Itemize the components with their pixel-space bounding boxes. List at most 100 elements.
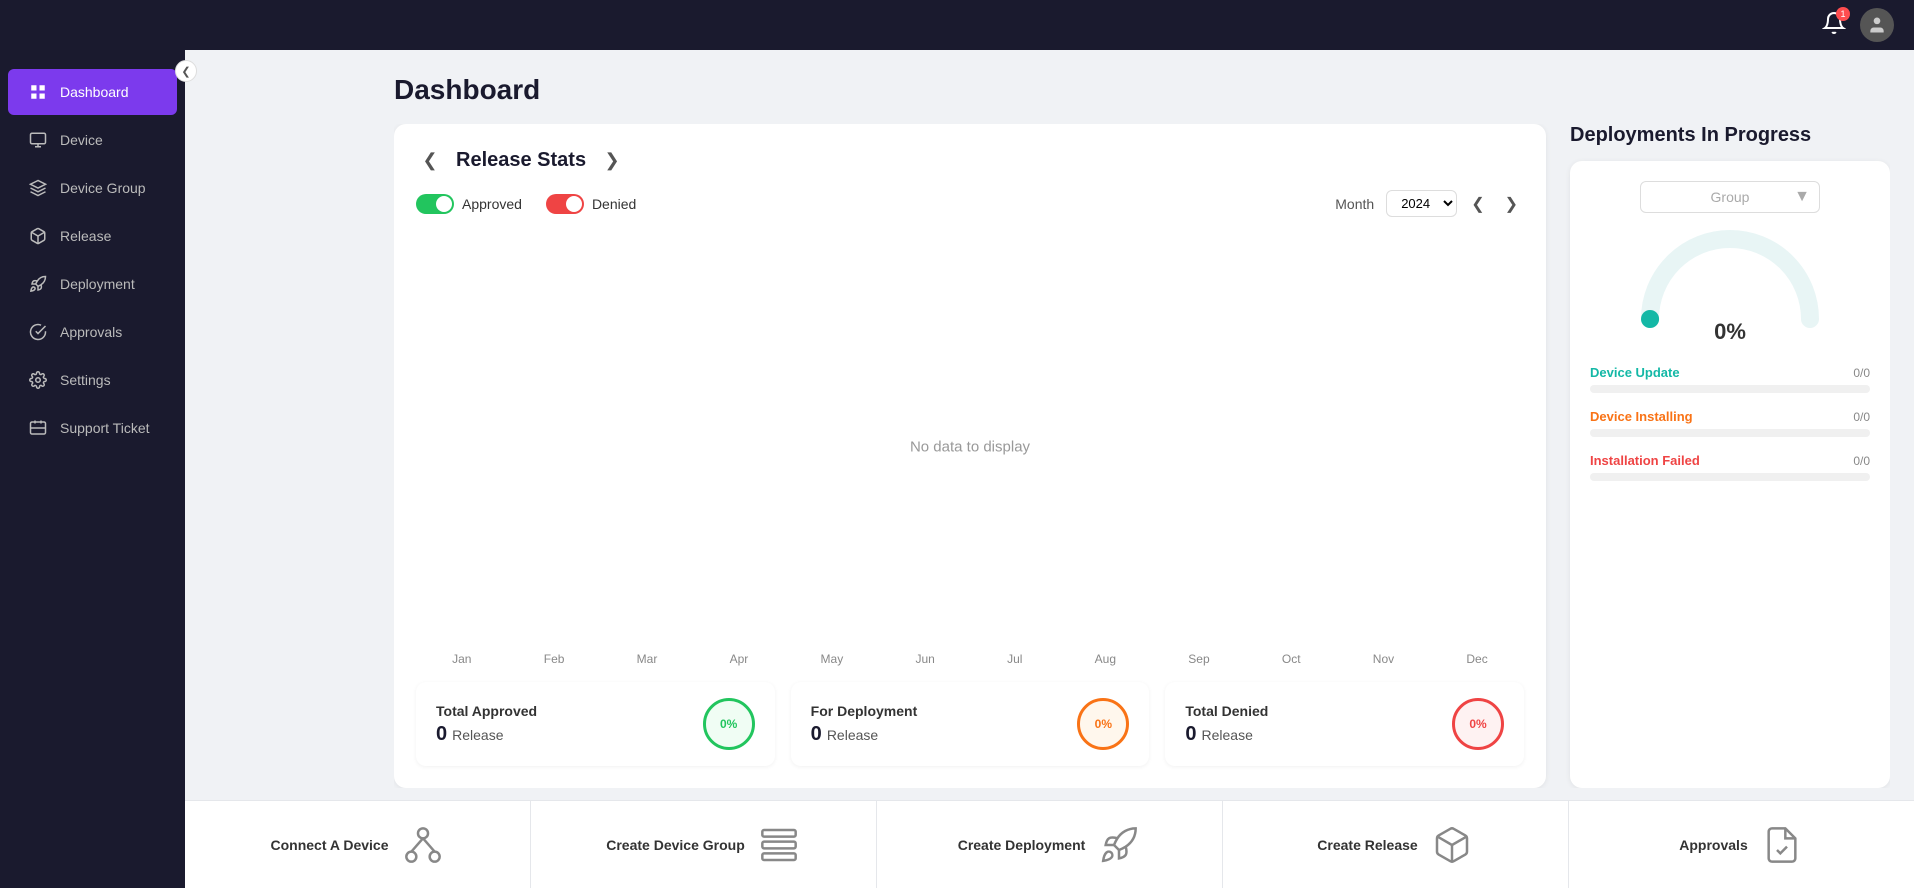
- stat-circle-deployment: 0%: [1077, 698, 1129, 750]
- create-release-icon: [1430, 823, 1474, 867]
- sidebar-item-device[interactable]: Device: [8, 117, 177, 163]
- gauge-chart: [1640, 229, 1820, 329]
- date-controls: Month 2024 ❮ ❯: [1335, 190, 1524, 217]
- sidebar-item-dashboard[interactable]: Dashboard: [8, 69, 177, 115]
- box-icon: [28, 226, 48, 246]
- next-arrow[interactable]: ❯: [598, 146, 626, 174]
- x-label-jul: Jul: [1007, 652, 1022, 666]
- progress-item-install-failed: Installation Failed 0/0: [1590, 453, 1870, 481]
- create-release-action[interactable]: Create Release: [1223, 801, 1569, 888]
- x-label-aug: Aug: [1095, 652, 1116, 666]
- stats-row: Total Approved 0 Release 0% For Deployme…: [416, 682, 1524, 766]
- approved-toggle[interactable]: [416, 194, 454, 214]
- progress-bar-device-update-bg: [1590, 385, 1870, 393]
- sidebar-item-settings[interactable]: Settings: [8, 357, 177, 403]
- no-data-text: No data to display: [910, 438, 1030, 455]
- check-circle-icon: [28, 322, 48, 342]
- create-deployment-action[interactable]: Create Deployment: [877, 801, 1223, 888]
- deployments-card: Group ▼ 0%: [1570, 161, 1890, 788]
- connect-device-action[interactable]: Connect A Device: [185, 801, 531, 888]
- sidebar-item-approvals[interactable]: Approvals: [8, 309, 177, 355]
- sidebar: ROTA Dashboard Device Device Group Rele: [0, 0, 185, 888]
- topbar-icons: 1: [1822, 8, 1894, 42]
- denied-toggle[interactable]: [546, 194, 584, 214]
- stat-value-deployment: 0 Release: [811, 723, 918, 746]
- progress-bar-failed-bg: [1590, 473, 1870, 481]
- create-deployment-icon: [1097, 823, 1141, 867]
- page-title: Dashboard: [394, 74, 1890, 106]
- x-label-jun: Jun: [915, 652, 934, 666]
- create-release-label: Create Release: [1317, 837, 1417, 853]
- create-device-group-action[interactable]: Create Device Group: [531, 801, 877, 888]
- monitor-icon: [28, 130, 48, 150]
- chart-controls: Approved Denied Month 2024 ❮ ❯: [416, 190, 1524, 217]
- settings-icon: [28, 370, 48, 390]
- approvals-icon: [1760, 823, 1804, 867]
- progress-count-install-failed: 0/0: [1853, 454, 1870, 468]
- x-label-dec: Dec: [1466, 652, 1487, 666]
- main-content: Dashboard ❮ Release Stats ❯ Approved: [370, 50, 1914, 888]
- x-label-feb: Feb: [544, 652, 565, 666]
- sidebar-item-device-group[interactable]: Device Group: [8, 165, 177, 211]
- create-device-group-label: Create Device Group: [606, 837, 745, 853]
- topbar: 1: [0, 0, 1914, 50]
- stat-value-denied: 0 Release: [1185, 723, 1268, 746]
- sidebar-item-release[interactable]: Release: [8, 213, 177, 259]
- sidebar-item-label: Release: [60, 228, 111, 244]
- progress-count-device-update: 0/0: [1853, 366, 1870, 380]
- sidebar-item-label: Device: [60, 132, 103, 148]
- x-label-nov: Nov: [1373, 652, 1394, 666]
- sidebar-item-label: Approvals: [60, 324, 122, 340]
- approvals-action[interactable]: Approvals: [1569, 801, 1914, 888]
- notification-button[interactable]: 1: [1822, 11, 1846, 40]
- stat-label-deployment: For Deployment: [811, 703, 918, 719]
- sidebar-item-support[interactable]: Support Ticket: [8, 405, 177, 451]
- prev-arrow[interactable]: ❮: [416, 146, 444, 174]
- sidebar-collapse-button[interactable]: ❮: [175, 60, 197, 82]
- stat-circle-approved: 0%: [703, 698, 755, 750]
- gauge-container: 0%: [1590, 229, 1870, 345]
- sidebar-item-deployment[interactable]: Deployment: [8, 261, 177, 307]
- stat-value-approved: 0 Release: [436, 723, 537, 746]
- date-next[interactable]: ❯: [1499, 192, 1524, 216]
- x-label-jan: Jan: [452, 652, 471, 666]
- sidebar-item-label: Deployment: [60, 276, 135, 292]
- progress-item-device-update: Device Update 0/0: [1590, 365, 1870, 393]
- toggles: Approved Denied: [416, 194, 636, 214]
- avatar[interactable]: [1860, 8, 1894, 42]
- progress-label-install-failed: Installation Failed: [1590, 453, 1700, 468]
- year-select[interactable]: 2024: [1386, 190, 1457, 217]
- deployments-title: Deployments In Progress: [1570, 124, 1890, 147]
- create-deployment-label: Create Deployment: [958, 837, 1086, 853]
- group-select-container: Group ▼: [1640, 181, 1820, 213]
- stat-label-approved: Total Approved: [436, 703, 537, 719]
- rocket-icon: [28, 274, 48, 294]
- sidebar-item-label: Support Ticket: [60, 420, 150, 436]
- card-title: Release Stats: [456, 149, 586, 172]
- content-row: ❮ Release Stats ❯ Approved: [394, 124, 1890, 788]
- grid-icon: [28, 82, 48, 102]
- denied-label: Denied: [592, 196, 636, 212]
- card-header: ❮ Release Stats ❯: [416, 146, 1524, 174]
- sidebar-nav: Dashboard Device Device Group Release De: [0, 57, 185, 888]
- stat-label-denied: Total Denied: [1185, 703, 1268, 719]
- right-panel: Deployments In Progress Group ▼: [1570, 124, 1890, 788]
- stat-card-approved: Total Approved 0 Release 0%: [416, 682, 775, 766]
- notification-badge: 1: [1836, 7, 1850, 21]
- month-label: Month: [1335, 196, 1374, 212]
- chart-x-axis: Jan Feb Mar Apr May Jun Jul Aug Sep Oct …: [416, 644, 1524, 666]
- sidebar-item-label: Dashboard: [60, 84, 129, 100]
- stat-circle-denied: 0%: [1452, 698, 1504, 750]
- date-prev[interactable]: ❮: [1465, 192, 1490, 216]
- x-label-may: May: [821, 652, 844, 666]
- stat-card-denied: Total Denied 0 Release 0%: [1165, 682, 1524, 766]
- approved-toggle-item: Approved: [416, 194, 522, 214]
- progress-label-device-installing: Device Installing: [1590, 409, 1693, 424]
- connect-device-icon: [401, 823, 445, 867]
- approvals-label: Approvals: [1679, 837, 1747, 853]
- sidebar-item-label: Settings: [60, 372, 111, 388]
- stat-card-deployment: For Deployment 0 Release 0%: [791, 682, 1150, 766]
- layers-icon: [28, 178, 48, 198]
- bottom-bar: Connect A Device Create Device Group Cre…: [185, 800, 1914, 888]
- group-select[interactable]: Group: [1640, 181, 1820, 213]
